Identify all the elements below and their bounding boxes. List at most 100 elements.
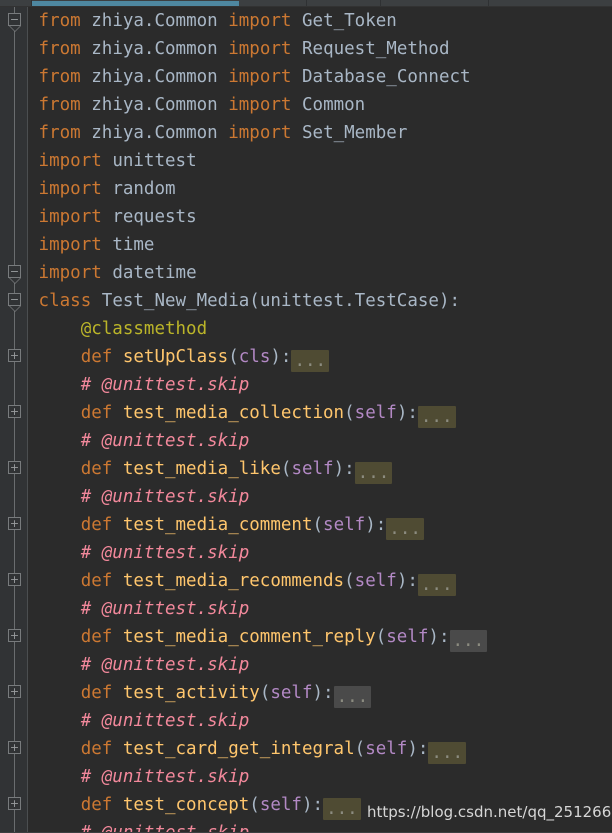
fold-collapse-icon[interactable]: −	[8, 13, 21, 26]
code-line[interactable]: def test_media_like(self):...	[28, 455, 612, 484]
collapsed-body-placeholder[interactable]: ...	[428, 742, 467, 764]
collapsed-body-placeholder[interactable]: ...	[333, 686, 372, 708]
code-editor: − − − + + + + + + + + + from zhiya.Common import Ge…	[0, 0, 612, 833]
keyword-def: def	[80, 795, 113, 815]
keyword-from: from	[38, 11, 81, 31]
keyword-def: def	[80, 627, 113, 647]
code-line[interactable]: def test_activity(self):...	[28, 679, 612, 708]
leading-space	[28, 235, 39, 255]
imported-module: random	[112, 179, 176, 199]
method-parameter: self	[354, 403, 397, 423]
code-line[interactable]: import datetime	[28, 259, 612, 287]
module-path: zhiya.Common	[91, 95, 218, 115]
fold-region-end-icon	[9, 278, 21, 284]
code-line[interactable]: def setUpClass(cls):...	[28, 343, 612, 372]
fold-expand-icon[interactable]: +	[8, 461, 21, 474]
comment-line: # @unittest.skip	[80, 767, 250, 787]
imported-name: Set_Member	[302, 123, 408, 143]
keyword-import: import	[38, 179, 102, 199]
leading-space	[28, 207, 39, 227]
code-line[interactable]: # @unittest.skip	[28, 819, 612, 833]
fold-collapse-icon[interactable]: −	[8, 293, 21, 306]
code-line[interactable]: # @unittest.skip	[28, 427, 612, 455]
leading-space	[28, 11, 39, 31]
class-base: unittest.TestCase	[259, 291, 439, 311]
code-line[interactable]: def test_media_comment_reply(self):...	[28, 623, 612, 652]
method-parameter: self	[354, 571, 397, 591]
keyword-class: class	[38, 291, 92, 311]
code-line[interactable]: # @unittest.skip	[28, 707, 612, 735]
code-content[interactable]: from zhiya.Common import Get_Token from …	[28, 7, 612, 833]
keyword-from: from	[38, 123, 81, 143]
collapsed-body-placeholder[interactable]: ...	[417, 574, 456, 596]
fold-expand-icon[interactable]: +	[8, 685, 21, 698]
fold-region-end-icon	[9, 26, 21, 32]
method-name: test_media_collection	[122, 403, 345, 423]
collapsed-body-placeholder[interactable]: ...	[291, 350, 330, 372]
method-parameter: self	[323, 515, 366, 535]
keyword-def: def	[80, 459, 113, 479]
fold-expand-icon[interactable]: +	[8, 517, 21, 530]
code-line[interactable]: from zhiya.Common import Common	[28, 91, 612, 119]
fold-region-spine	[14, 7, 15, 833]
code-line[interactable]: # @unittest.skip	[28, 763, 612, 791]
collapsed-body-placeholder[interactable]: ...	[323, 798, 361, 820]
code-line[interactable]: def test_media_collection(self):...	[28, 399, 612, 428]
decorator: @classmethod	[80, 319, 208, 339]
keyword-def: def	[80, 347, 113, 367]
code-line[interactable]: @classmethod	[28, 315, 612, 343]
code-line[interactable]: from zhiya.Common import Get_Token	[28, 7, 612, 35]
method-parameter: self	[291, 459, 334, 479]
collapsed-body-placeholder[interactable]: ...	[386, 518, 424, 540]
fold-expand-icon[interactable]: +	[8, 797, 21, 810]
code-line[interactable]: from zhiya.Common import Request_Method	[28, 35, 612, 63]
code-line[interactable]: class Test_New_Media(unittest.TestCase):	[28, 287, 612, 315]
fold-expand-icon[interactable]: +	[8, 573, 21, 586]
comment-line: # @unittest.skip	[80, 655, 250, 675]
code-line[interactable]: # @unittest.skip	[28, 651, 612, 679]
code-line[interactable]: def test_media_recommends(self):...	[28, 567, 612, 596]
code-line[interactable]: from zhiya.Common import Database_Connec…	[28, 63, 612, 91]
imported-name: Common	[302, 95, 366, 115]
collapsed-body-placeholder[interactable]: ...	[354, 462, 393, 484]
module-path: zhiya.Common	[91, 11, 218, 31]
collapsed-body-placeholder[interactable]: ...	[417, 406, 456, 428]
code-line[interactable]: from zhiya.Common import Set_Member	[28, 119, 612, 147]
keyword-import: import	[228, 39, 292, 59]
code-line[interactable]: # @unittest.skip	[28, 483, 612, 511]
keyword-import: import	[38, 235, 102, 255]
fold-expand-icon[interactable]: +	[8, 741, 21, 754]
code-line[interactable]: def test_concept(self):...	[28, 791, 612, 820]
code-line[interactable]: import random	[28, 175, 612, 203]
imported-name: Database_Connect	[302, 67, 471, 87]
code-line[interactable]: def test_card_get_integral(self):...	[28, 735, 612, 764]
keyword-import: import	[228, 67, 292, 87]
code-line[interactable]: import requests	[28, 203, 612, 231]
imported-module: time	[112, 235, 155, 255]
module-path: zhiya.Common	[91, 67, 218, 87]
code-line[interactable]: # @unittest.skip	[28, 371, 612, 399]
code-line[interactable]: import unittest	[28, 147, 612, 175]
fold-expand-icon[interactable]: +	[8, 405, 21, 418]
fold-expand-icon[interactable]: +	[8, 629, 21, 642]
code-line[interactable]: # @unittest.skip	[28, 595, 612, 623]
keyword-import: import	[228, 11, 292, 31]
fold-expand-icon[interactable]: +	[8, 349, 21, 362]
fold-collapse-icon[interactable]: −	[8, 265, 21, 278]
code-line[interactable]: import time	[28, 231, 612, 259]
editor-tab-strip	[0, 0, 612, 7]
method-parameter: self	[270, 683, 313, 703]
keyword-def: def	[80, 571, 113, 591]
method-name: test_card_get_integral	[122, 739, 355, 759]
code-line[interactable]: def test_media_comment(self):...	[28, 511, 612, 540]
code-line[interactable]: # @unittest.skip	[28, 539, 612, 567]
collapsed-body-placeholder[interactable]: ...	[449, 630, 488, 652]
method-name: test_media_comment	[122, 515, 313, 535]
keyword-import: import	[228, 123, 292, 143]
comment-line: # @unittest.skip	[80, 431, 250, 451]
